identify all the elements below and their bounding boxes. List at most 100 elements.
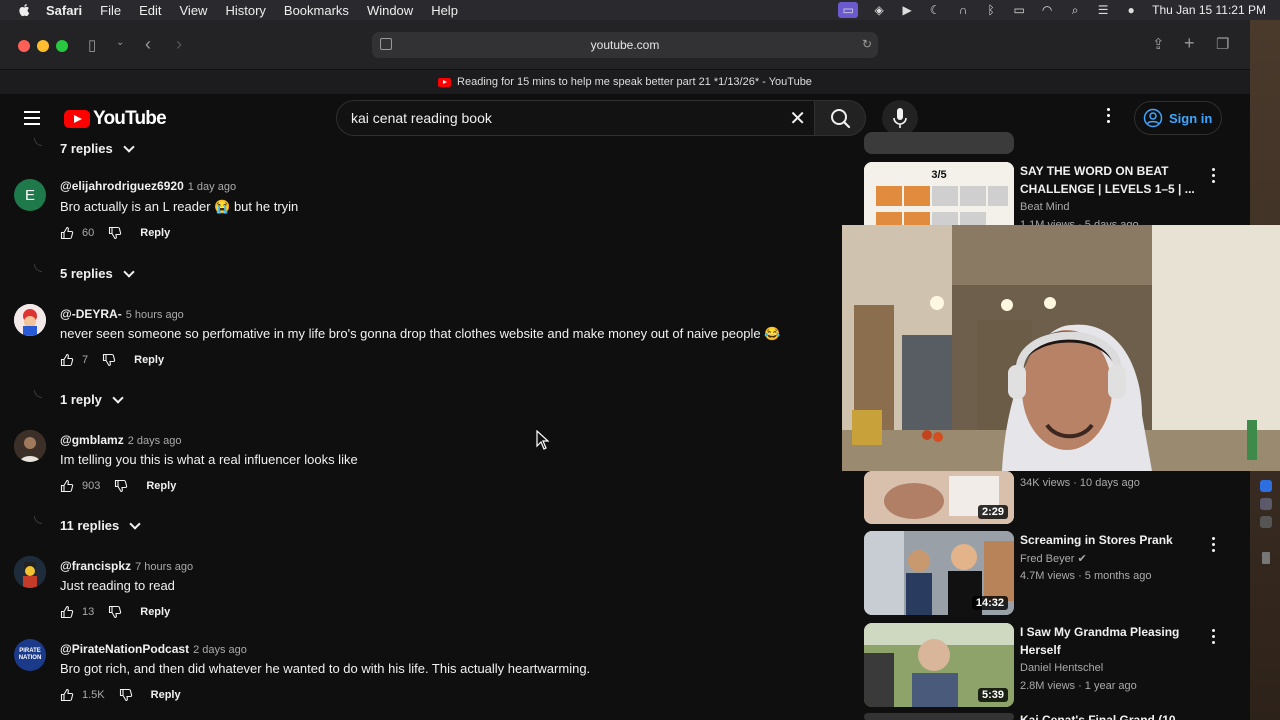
search-button[interactable]	[814, 100, 866, 136]
video-thumbnail[interactable]: 5:39	[864, 623, 1014, 707]
menu-edit[interactable]: Edit	[139, 3, 161, 18]
thumbs-up-icon[interactable]	[60, 605, 74, 619]
video-more-icon[interactable]	[1212, 537, 1216, 553]
comment-text: never seen someone so perfomative in my …	[60, 326, 781, 341]
thumbs-down-icon[interactable]	[114, 479, 128, 493]
avatar[interactable]: PIRATE NATION	[14, 639, 46, 671]
share-icon[interactable]: ⇪	[1152, 35, 1165, 53]
reply-button[interactable]: Reply	[140, 227, 170, 239]
thumbs-up-icon[interactable]	[60, 353, 74, 367]
youtube-favicon-icon	[438, 77, 452, 87]
video-title[interactable]: Screaming in Stores Prank	[1020, 531, 1206, 549]
siri-icon[interactable]: ●	[1124, 4, 1138, 16]
comment-time[interactable]: 7 hours ago	[135, 561, 193, 573]
chevron-down-icon[interactable]: ⌄	[116, 37, 124, 48]
video-title[interactable]: SAY THE WORD ON BEAT CHALLENGE | LEVELS …	[1020, 162, 1206, 198]
menu-bookmarks[interactable]: Bookmarks	[284, 3, 349, 18]
sidebar-toggle-icon[interactable]: ▯	[88, 36, 96, 54]
replies-count: 7 replies	[60, 141, 113, 156]
youtube-logo[interactable]: YouTube	[64, 108, 167, 130]
address-bar[interactable]: youtube.com ↻	[372, 32, 878, 58]
new-tab-icon[interactable]: +	[1184, 33, 1195, 54]
video-thumbnail[interactable]	[864, 713, 1014, 720]
thumbs-up-icon[interactable]	[60, 226, 74, 240]
comment-text: Bro actually is an L reader 😭 but he try…	[60, 199, 299, 214]
settings-more-icon[interactable]	[1100, 108, 1116, 128]
reply-button[interactable]: Reply	[140, 606, 170, 618]
reply-button[interactable]: Reply	[151, 689, 181, 701]
video-thumbnail[interactable]: 2:29	[864, 471, 1014, 524]
menu-window[interactable]: Window	[367, 3, 413, 18]
apple-icon[interactable]	[18, 3, 32, 17]
comment-time[interactable]: 2 days ago	[128, 435, 182, 447]
headphones-icon[interactable]: ∩	[956, 4, 970, 16]
minimize-window-button[interactable]	[37, 40, 49, 52]
comment-author[interactable]: @elijahrodriguez6920	[60, 179, 184, 193]
tab-overview-icon[interactable]: ❐	[1216, 35, 1229, 53]
video-thumbnail[interactable]: 14:32	[864, 531, 1014, 615]
video-more-icon[interactable]	[1212, 629, 1216, 645]
wifi-icon[interactable]: ◠	[1040, 4, 1054, 16]
voice-search-icon[interactable]	[882, 100, 918, 136]
bluetooth-icon[interactable]: ᛒ	[984, 4, 998, 16]
video-channel[interactable]: Daniel Hentschel	[1020, 662, 1103, 674]
menu-history[interactable]: History	[225, 3, 265, 18]
thumbs-up-icon[interactable]	[60, 688, 74, 702]
replies-toggle[interactable]: 11 replies	[60, 517, 141, 533]
control-center-icon[interactable]: ☰	[1096, 4, 1110, 16]
avatar[interactable]	[14, 556, 46, 588]
zoom-window-button[interactable]	[56, 40, 68, 52]
thumbs-down-icon[interactable]	[102, 353, 116, 367]
replies-toggle[interactable]: 7 replies	[60, 140, 135, 156]
comment-time[interactable]: 2 days ago	[193, 644, 247, 656]
menu-app-name[interactable]: Safari	[46, 3, 82, 18]
moon-icon[interactable]: ☾	[928, 4, 942, 16]
search-input[interactable]: kai cenat reading book	[351, 110, 492, 126]
comment-actions: 13 Reply	[60, 605, 170, 619]
menu-help[interactable]: Help	[431, 3, 458, 18]
video-thumbnail[interactable]	[864, 132, 1014, 154]
avatar[interactable]: E	[14, 179, 46, 211]
menu-file[interactable]: File	[100, 3, 121, 18]
replies-toggle[interactable]: 5 replies	[60, 265, 135, 281]
search-icon[interactable]: ⌕	[1068, 4, 1082, 16]
thumbs-down-icon[interactable]	[119, 688, 133, 702]
replies-toggle[interactable]: 1 reply	[60, 391, 124, 407]
play-circle-icon[interactable]: ▶	[900, 4, 914, 16]
search-box[interactable]: kai cenat reading book ✕	[336, 100, 814, 136]
reload-icon[interactable]: ↻	[862, 37, 872, 51]
like-count: 1.5K	[82, 689, 105, 701]
video-title[interactable]: Kai Cenat's Final Grand (10...	[1020, 713, 1206, 720]
battery-icon[interactable]: ▭	[1012, 4, 1026, 16]
clear-search-icon[interactable]: ✕	[789, 106, 806, 131]
comment-time[interactable]: 1 day ago	[188, 181, 236, 193]
menubar-clock[interactable]: Thu Jan 15 11:21 PM	[1152, 3, 1266, 17]
back-button[interactable]: ‹	[145, 34, 151, 55]
video-duration: 2:29	[977, 505, 1008, 519]
menu-hamburger-icon[interactable]	[24, 111, 40, 125]
comment-author[interactable]: @-DEYRA-	[60, 307, 122, 321]
reply-button[interactable]: Reply	[146, 480, 176, 492]
video-channel[interactable]: Fred Beyer ✔	[1020, 552, 1087, 565]
screen-record-icon[interactable]: ▭	[838, 2, 859, 18]
comment-author[interactable]: @francispkz	[60, 559, 131, 573]
forward-button[interactable]: ›	[176, 34, 182, 55]
avatar[interactable]	[14, 430, 46, 462]
thumbs-up-icon[interactable]	[60, 479, 74, 493]
chevron-down-icon	[123, 140, 135, 153]
comment-author[interactable]: @PirateNationPodcast	[60, 642, 189, 656]
video-channel[interactable]: Beat Mind	[1020, 201, 1070, 213]
video-more-icon[interactable]	[1212, 168, 1216, 184]
menu-view[interactable]: View	[180, 3, 208, 18]
comment-time[interactable]: 5 hours ago	[126, 309, 184, 321]
comment-author[interactable]: @gmblamz	[60, 433, 124, 447]
close-window-button[interactable]	[18, 40, 30, 52]
avatar[interactable]	[14, 304, 46, 336]
sign-in-button[interactable]: Sign in	[1134, 101, 1222, 135]
thumbs-down-icon[interactable]	[108, 226, 122, 240]
vpn-icon[interactable]: ◈	[872, 4, 886, 16]
thumbs-down-icon[interactable]	[108, 605, 122, 619]
active-tab-title[interactable]: Reading for 15 mins to help me speak bet…	[457, 76, 812, 88]
video-title[interactable]: I Saw My Grandma Pleasing Herself	[1020, 623, 1206, 659]
reply-button[interactable]: Reply	[134, 354, 164, 366]
